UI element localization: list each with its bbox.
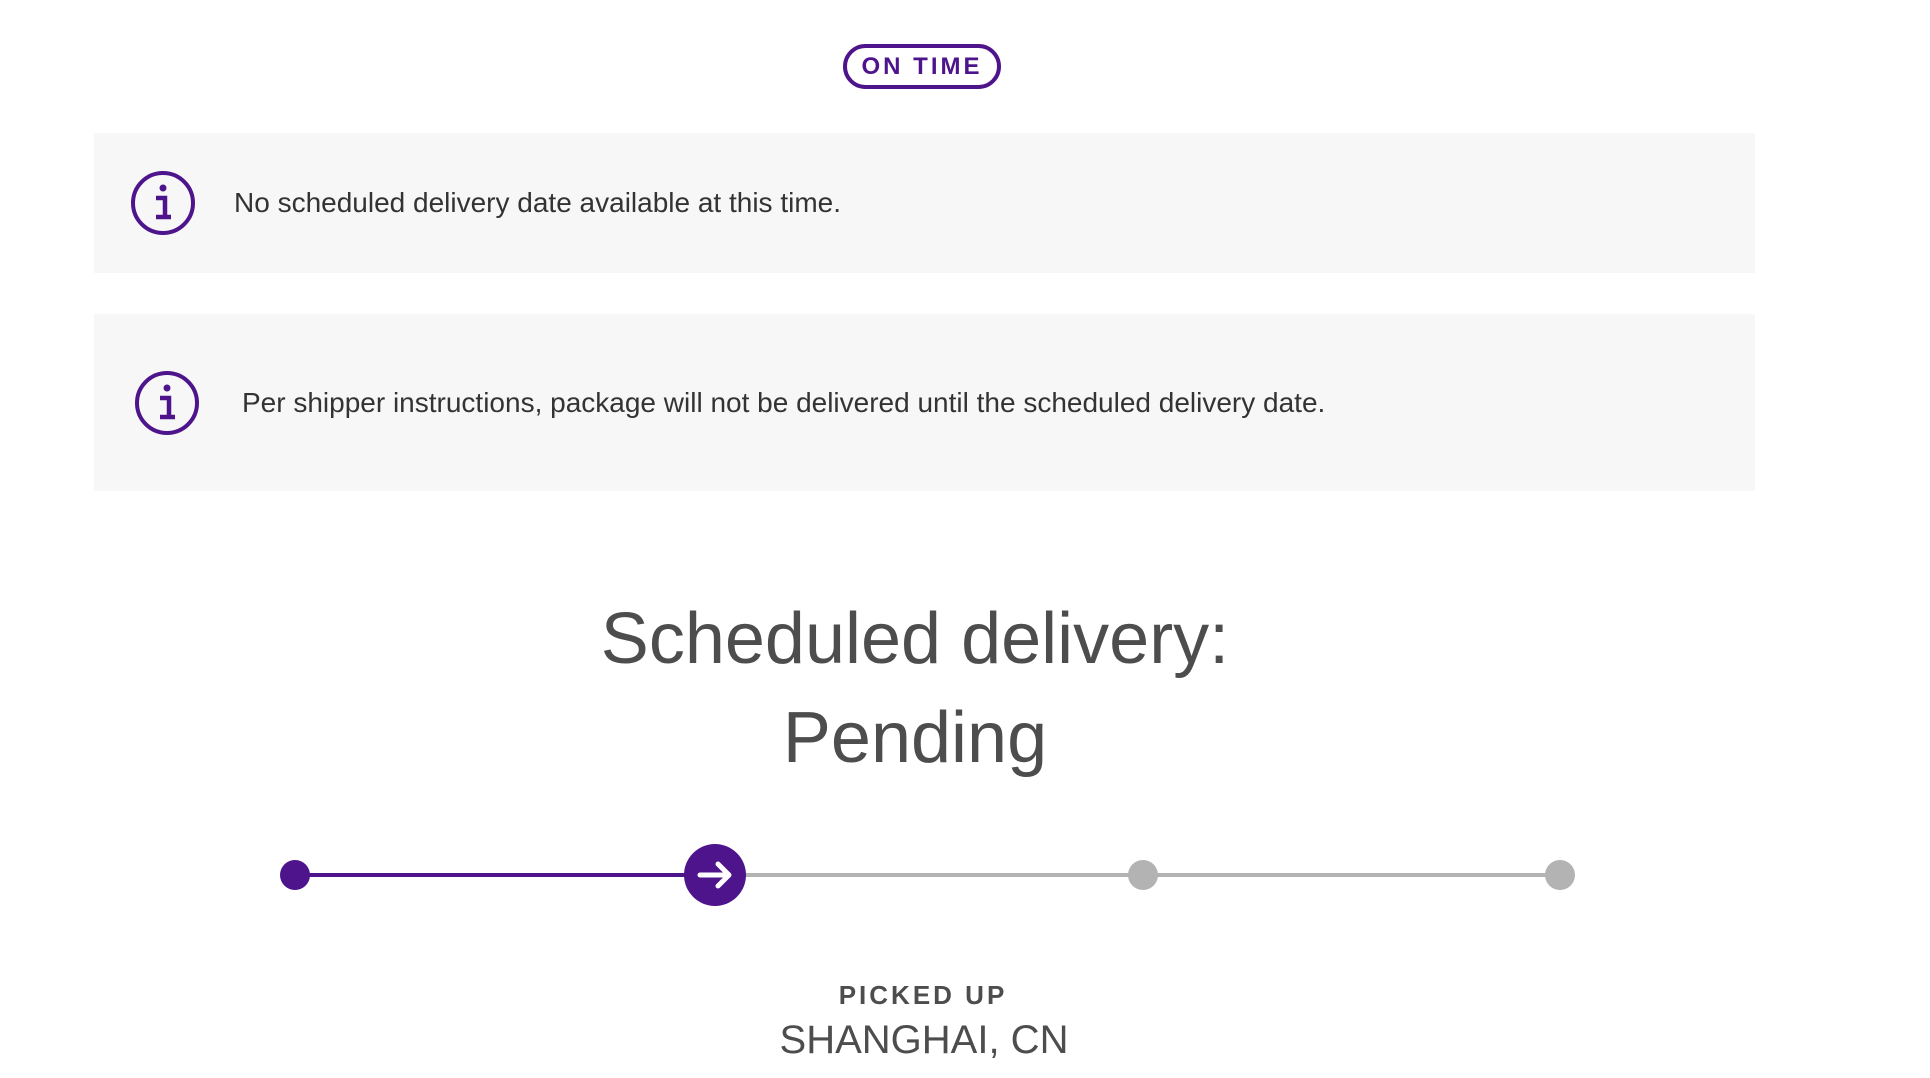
- status-badge-label: ON TIME: [861, 52, 983, 80]
- shipment-progress-bar: [270, 840, 1580, 910]
- latest-event-status: PICKED UP: [838, 980, 1008, 1010]
- notice-text: No scheduled delivery date available at …: [234, 187, 842, 218]
- info-icon: [131, 171, 195, 235]
- info-icon: [135, 370, 199, 435]
- notice-text: Per shipper instructions, package will n…: [242, 386, 1326, 418]
- status-badge: ON TIME: [843, 44, 1001, 89]
- progress-step-2-current: [684, 844, 746, 906]
- notice-no-delivery-date: No scheduled delivery date available at …: [94, 133, 1755, 273]
- progress-step-4: [1545, 860, 1575, 890]
- progress-track: [280, 844, 1575, 906]
- progress-step-1: [280, 860, 310, 890]
- scheduled-delivery-heading: Scheduled delivery:: [600, 599, 1230, 679]
- notice-shipper-instructions: Per shipper instructions, package will n…: [94, 314, 1755, 491]
- progress-step-3: [1128, 860, 1158, 890]
- latest-event-location: SHANGHAI, CN: [779, 1018, 1069, 1062]
- scheduled-delivery-value: Pending: [782, 698, 1048, 778]
